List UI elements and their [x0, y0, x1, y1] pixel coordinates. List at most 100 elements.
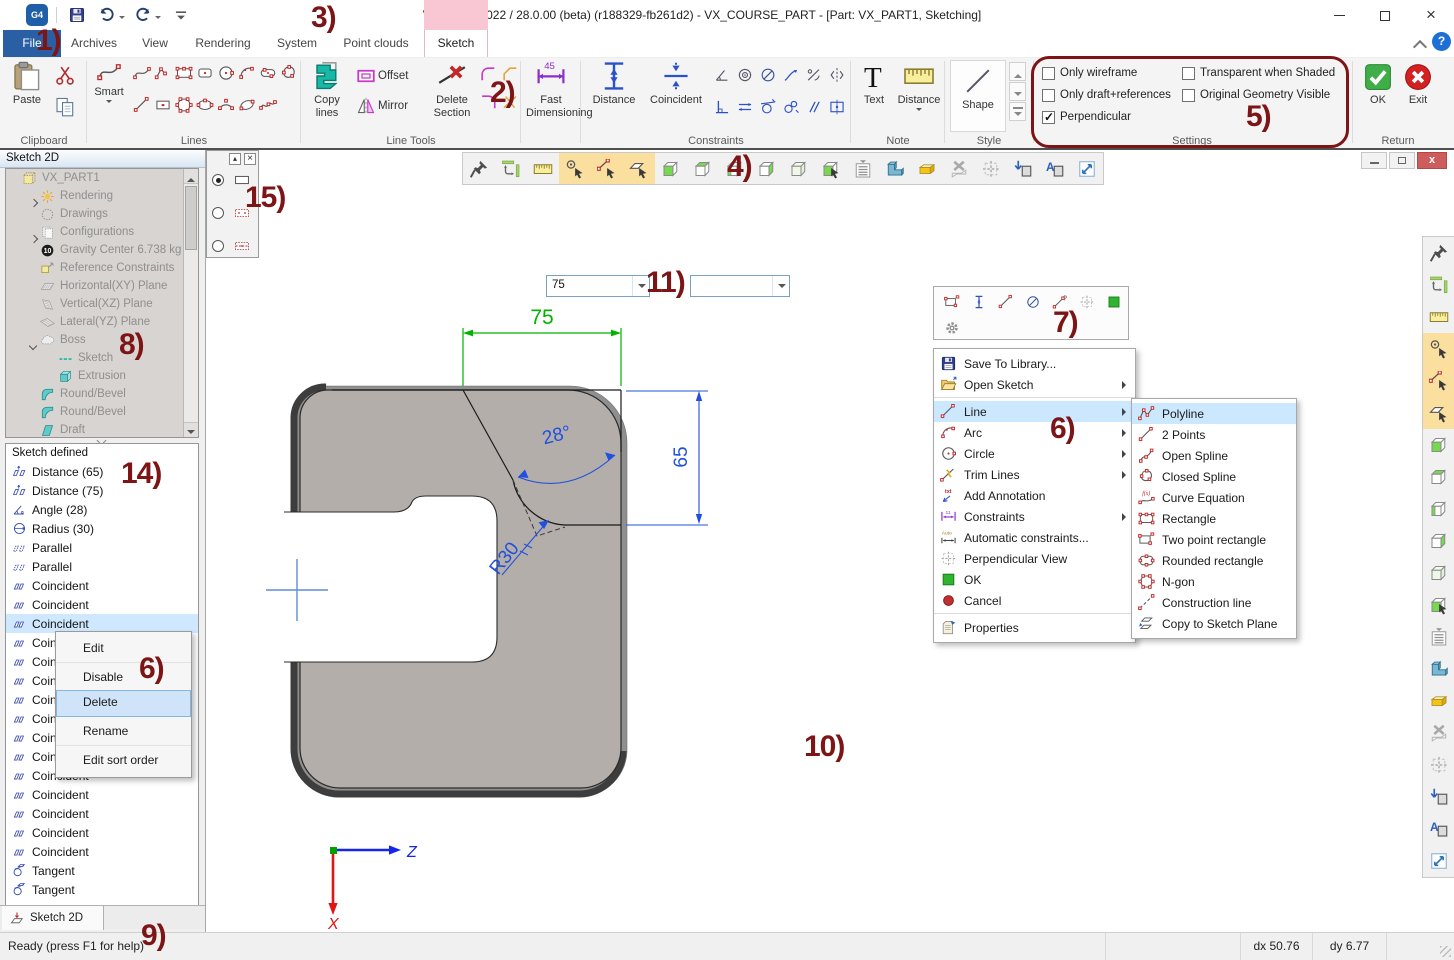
tree-item[interactable]: Drawings: [6, 205, 198, 223]
constraint-list-item[interactable]: Tangent: [6, 861, 198, 880]
menu-point-clouds[interactable]: Point clouds: [330, 30, 422, 57]
cut-button[interactable]: [52, 63, 78, 89]
tree-item[interactable]: VX_PART1: [6, 169, 198, 187]
constraint-list-item[interactable]: Angle (28): [6, 500, 198, 519]
context-menu-item[interactable]: Edit sort order: [56, 748, 191, 773]
constraint-list-item[interactable]: Coincident: [6, 804, 198, 823]
view-tool-button[interactable]: [527, 153, 559, 184]
submenu-item[interactable]: 2 Points: [1132, 424, 1296, 445]
mini-tool-button[interactable]: [939, 290, 966, 314]
line-tool-button[interactable]: [216, 62, 237, 84]
dimension-width-value[interactable]: 75: [530, 306, 553, 329]
scroll-down-icon[interactable]: [184, 422, 198, 437]
resize-grip[interactable]: [1440, 946, 1451, 957]
constraint-tool-button[interactable]: [712, 64, 735, 86]
view-tool-button[interactable]: [1423, 557, 1454, 589]
view-tool-button[interactable]: [1423, 685, 1454, 717]
line-tool-button[interactable]: [174, 62, 195, 84]
dimension-angle-value[interactable]: 28°: [540, 422, 573, 449]
mini-tool-button[interactable]: [966, 290, 993, 314]
constraint-list-item[interactable]: Distance (75): [6, 481, 198, 500]
delete-section-button[interactable]: Delete Section: [428, 60, 476, 120]
view-tool-button[interactable]: [975, 153, 1007, 184]
view-tool-button[interactable]: [1423, 429, 1454, 461]
submenu-item[interactable]: Rounded rectangle: [1132, 550, 1296, 571]
tree-item[interactable]: Extrusion: [6, 367, 198, 385]
settings-checkbox[interactable]: Only draft+references: [1042, 86, 1171, 104]
constraint-tool-button[interactable]: [735, 64, 758, 86]
context-menu-item[interactable]: OK: [934, 569, 1135, 590]
view-tool-button[interactable]: [1423, 397, 1454, 429]
view-tool-button[interactable]: [463, 153, 495, 184]
settings-checkbox[interactable]: Transparent when Shaded: [1182, 64, 1335, 82]
constraint-list-item[interactable]: Coincident: [6, 842, 198, 861]
app-logo[interactable]: G4: [26, 4, 48, 26]
radio-icon[interactable]: [212, 207, 224, 219]
radio-icon[interactable]: [212, 174, 224, 186]
scrollbar-thumb[interactable]: [185, 186, 197, 250]
line-tool-button[interactable]: [237, 62, 258, 84]
view-tool-button[interactable]: [1423, 525, 1454, 557]
panel-close-button[interactable]: [244, 153, 256, 165]
collapse-ribbon-icon[interactable]: [1412, 36, 1428, 50]
context-menu-item[interactable]: Save To Library...: [934, 353, 1135, 374]
submenu-item[interactable]: Construction line: [1132, 592, 1296, 613]
help-button[interactable]: ?: [1432, 32, 1451, 51]
mdi-restore-button[interactable]: [1389, 152, 1415, 169]
spin-up-button[interactable]: [1009, 62, 1026, 81]
context-menu-item[interactable]: Delete: [56, 690, 191, 717]
tree-item[interactable]: Round/Bevel: [6, 403, 198, 421]
line-tool-button[interactable]: [237, 94, 258, 116]
dimension-radius-value[interactable]: R30: [486, 538, 524, 578]
context-menu-item[interactable]: 11 Constraints: [934, 506, 1135, 527]
line-tool-button[interactable]: [174, 94, 195, 116]
view-tool-button[interactable]: [1423, 461, 1454, 493]
constraint-tool-button[interactable]: [804, 64, 827, 86]
view-tool-button[interactable]: [1423, 589, 1454, 621]
view-tool-button[interactable]: [943, 153, 975, 184]
submenu-item[interactable]: Polyline: [1132, 403, 1296, 424]
menu-archives[interactable]: Archives: [66, 30, 122, 57]
minimize-button[interactable]: [1316, 0, 1362, 30]
line-tool-button[interactable]: [153, 62, 174, 84]
constraint-list-item[interactable]: Radius (30): [6, 519, 198, 538]
maximize-button[interactable]: [1362, 0, 1408, 30]
view-tool-button[interactable]: [1423, 845, 1454, 877]
line-tool-button[interactable]: [195, 94, 216, 116]
submenu-item[interactable]: Closed Spline: [1132, 466, 1296, 487]
line-tool-button[interactable]: [132, 62, 153, 84]
mini-tool-button[interactable]: [1101, 290, 1128, 314]
tree-item[interactable]: Horizontal(XY) Plane: [6, 277, 198, 295]
line-tool-button[interactable]: [216, 94, 237, 116]
copy-button[interactable]: [52, 94, 78, 120]
constraint-tool-button[interactable]: [781, 96, 804, 118]
tree-item[interactable]: Reference Constraints: [6, 259, 198, 277]
dimension-value-input[interactable]: 75: [546, 275, 650, 297]
submenu-item[interactable]: Copy to Sketch Plane: [1132, 613, 1296, 634]
line-tool-button[interactable]: [279, 62, 300, 84]
context-menu-item[interactable]: Properties: [934, 617, 1135, 638]
display-mode-option[interactable]: [212, 236, 255, 256]
view-tool-button[interactable]: [655, 153, 687, 184]
view-tool-button[interactable]: [559, 153, 591, 184]
scroll-up-icon[interactable]: [184, 169, 198, 184]
combo-dropdown-icon[interactable]: [772, 276, 789, 296]
view-tool-button[interactable]: A: [1039, 153, 1071, 184]
view-tool-button[interactable]: [1423, 493, 1454, 525]
view-tool-button[interactable]: [783, 153, 815, 184]
tab-sketch-2d[interactable]: Sketch 2D: [2, 906, 104, 930]
submenu-item[interactable]: Rectangle: [1132, 508, 1296, 529]
spin-more-button[interactable]: [1009, 102, 1026, 121]
close-button[interactable]: ×: [1408, 0, 1454, 30]
part-front-face[interactable]: [300, 390, 621, 788]
menu-view[interactable]: View: [127, 30, 183, 57]
constraint-tool-button[interactable]: [804, 96, 827, 118]
panel-collapse-button[interactable]: [229, 153, 241, 165]
constraint-list-item[interactable]: Distance (65): [6, 462, 198, 481]
mirror-button[interactable]: Mirror: [354, 94, 426, 120]
constraint-list-item[interactable]: Coincident: [6, 823, 198, 842]
context-menu-item[interactable]: Circle: [934, 443, 1135, 464]
submenu-item[interactable]: f(x) Curve Equation: [1132, 487, 1296, 508]
view-tool-button[interactable]: [815, 153, 847, 184]
tree-item[interactable]: Boss: [6, 331, 198, 349]
